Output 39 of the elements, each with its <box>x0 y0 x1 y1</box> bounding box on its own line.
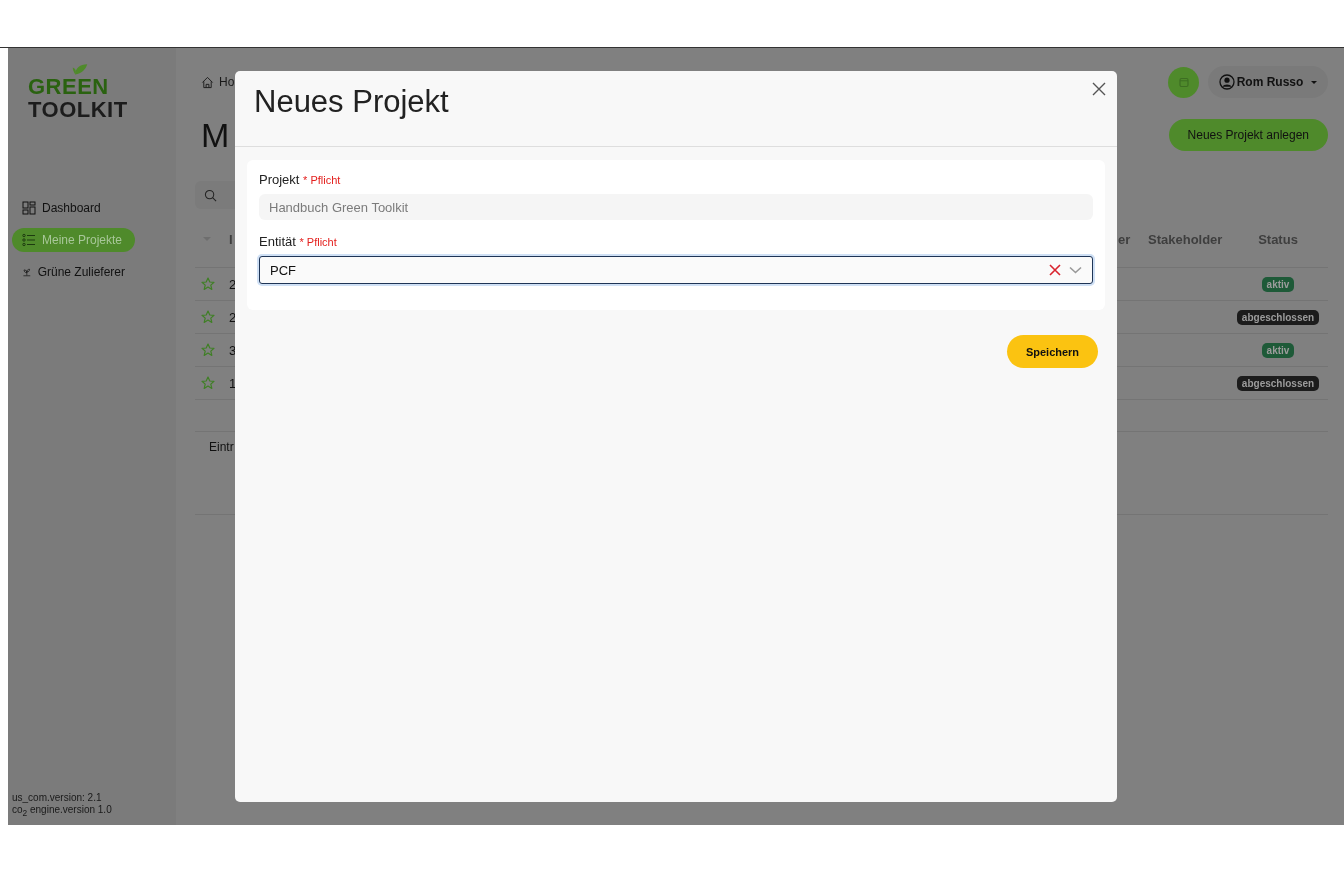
search-icon <box>204 188 217 202</box>
user-icon <box>1218 74 1235 90</box>
clear-icon[interactable] <box>1049 264 1061 276</box>
status-badge: aktiv <box>1261 343 1295 358</box>
list-icon <box>22 233 36 248</box>
breadcrumb-link[interactable]: Ho <box>219 75 235 89</box>
column-header: er <box>1118 231 1131 247</box>
input-field[interactable]: Handbuch Green Toolkit <box>259 194 1093 220</box>
nav-item[interactable]: Grüne Zulieferer <box>12 260 135 285</box>
status-badge: aktiv <box>1261 277 1295 292</box>
entries-text: Eintr <box>209 440 234 454</box>
star-icon[interactable] <box>201 277 215 291</box>
chevron-down-icon <box>1069 266 1082 274</box>
modal-title: Neues Projekt <box>254 84 449 120</box>
star-icon[interactable] <box>201 376 215 390</box>
calendar-button[interactable] <box>1168 66 1199 98</box>
version-text: us_com.version: 2.1 <box>12 792 103 804</box>
user-menu-button[interactable]: Rom Russo <box>1208 66 1328 98</box>
new-project-button[interactable]: Neues Projekt anlegen <box>1168 119 1328 151</box>
save-button[interactable]: Speichern <box>1007 335 1098 368</box>
field-label: Entität * Pflicht <box>259 234 338 249</box>
home-icon <box>201 75 214 89</box>
status-badge: abgeschlossen <box>1236 376 1320 391</box>
nav-item[interactable]: Dashboard <box>12 196 135 221</box>
star-icon[interactable] <box>201 343 215 357</box>
column-header: Stakeholder <box>1148 231 1223 247</box>
dashboard-icon <box>22 201 36 216</box>
logo: GREEN TOOLKIT <box>28 63 128 122</box>
column-header: I <box>229 231 233 247</box>
nav-item[interactable]: Meine Projekte <box>12 228 135 253</box>
select-field[interactable]: PCF <box>259 256 1093 284</box>
status-badge: abgeschlossen <box>1236 310 1320 325</box>
page-title: M <box>201 115 230 155</box>
version-text: co$_{2}$ engine.version 1.0 <box>12 804 113 819</box>
calendar-icon <box>1177 76 1190 88</box>
field-label: Projekt * Pflicht <box>259 172 342 187</box>
column-header: Status <box>1258 231 1298 247</box>
close-button[interactable] <box>1092 82 1106 96</box>
star-icon[interactable] <box>201 310 215 324</box>
